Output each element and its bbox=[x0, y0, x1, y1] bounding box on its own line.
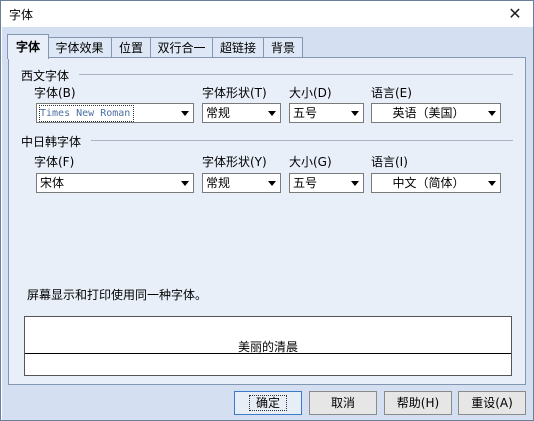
font-dialog: 字体 ✕ 字体 字体效果 位置 双行合一 超链接 背景 西文字体 字体(B) 字… bbox=[0, 0, 534, 421]
chevron-down-icon bbox=[488, 111, 496, 116]
asian-lang-label: 语言(I) bbox=[371, 155, 408, 169]
western-size-value: 五号 bbox=[293, 106, 318, 120]
tab-background[interactable]: 背景 bbox=[263, 37, 303, 58]
chevron-down-icon bbox=[351, 181, 359, 186]
western-style-select[interactable]: 常规 bbox=[202, 103, 281, 123]
asian-style-value: 常规 bbox=[206, 176, 231, 190]
asian-font-select[interactable]: 宋体 bbox=[36, 173, 194, 193]
asian-font-value: 宋体 bbox=[40, 176, 65, 190]
close-icon[interactable]: ✕ bbox=[501, 2, 529, 26]
chevron-down-icon bbox=[268, 181, 276, 186]
font-note: 屏幕显示和打印使用同一种字体。 bbox=[27, 288, 208, 302]
asian-style-select[interactable]: 常规 bbox=[202, 173, 281, 193]
western-font-label: 字体(B) bbox=[34, 86, 76, 100]
tab-hyperlink[interactable]: 超链接 bbox=[212, 37, 264, 58]
western-size-label: 大小(D) bbox=[289, 86, 332, 100]
preview-text: 美丽的清晨 bbox=[237, 340, 298, 354]
asian-font-label: 字体(F) bbox=[34, 155, 75, 169]
dialog-body: 字体 字体效果 位置 双行合一 超链接 背景 西文字体 字体(B) 字体形状(T… bbox=[2, 27, 533, 420]
asian-size-value: 五号 bbox=[293, 176, 318, 190]
tab-font[interactable]: 字体 bbox=[7, 34, 49, 59]
western-font-value: Times New Roman bbox=[39, 105, 134, 122]
tab-two-lines-in-one[interactable]: 双行合一 bbox=[150, 37, 213, 58]
help-button[interactable]: 帮助(H) bbox=[384, 391, 452, 415]
asian-group-divider bbox=[91, 140, 513, 141]
ok-button[interactable]: 确定 bbox=[234, 391, 302, 415]
asian-lang-select[interactable]: 中文（简体） bbox=[371, 173, 501, 193]
western-group-divider bbox=[79, 74, 513, 75]
asian-size-select[interactable]: 五号 bbox=[289, 173, 364, 193]
tab-font-effects[interactable]: 字体效果 bbox=[47, 37, 112, 58]
chevron-down-icon bbox=[351, 111, 359, 116]
western-style-value: 常规 bbox=[206, 106, 231, 120]
western-lang-select[interactable]: 英语（美国） bbox=[371, 103, 501, 123]
chevron-down-icon bbox=[488, 181, 496, 186]
dialog-title: 字体 bbox=[9, 8, 34, 22]
western-lang-value: 英语（美国） bbox=[392, 106, 465, 120]
tab-position[interactable]: 位置 bbox=[111, 37, 151, 58]
title-bar: 字体 ✕ bbox=[1, 1, 533, 27]
chevron-down-icon bbox=[181, 111, 189, 116]
asian-lang-value: 中文（简体） bbox=[392, 176, 465, 190]
asian-size-label: 大小(G) bbox=[289, 155, 332, 169]
western-size-select[interactable]: 五号 bbox=[289, 103, 364, 123]
western-style-label: 字体形状(T) bbox=[202, 86, 267, 100]
asian-style-label: 字体形状(Y) bbox=[202, 155, 267, 169]
preview-box: 美丽的清晨 bbox=[24, 316, 512, 376]
western-group-title: 西文字体 bbox=[21, 69, 70, 83]
western-font-select[interactable]: Times New Roman bbox=[36, 103, 194, 123]
ok-button-label: 确定 bbox=[248, 395, 288, 411]
chevron-down-icon bbox=[268, 111, 276, 116]
asian-group-title: 中日韩字体 bbox=[21, 135, 82, 149]
western-lang-label: 语言(E) bbox=[371, 86, 412, 100]
cancel-button[interactable]: 取消 bbox=[309, 391, 377, 415]
chevron-down-icon bbox=[181, 181, 189, 186]
font-tab-panel: 西文字体 字体(B) 字体形状(T) 大小(D) 语言(E) Times New… bbox=[8, 57, 526, 385]
reset-button[interactable]: 重设(A) bbox=[458, 391, 526, 415]
